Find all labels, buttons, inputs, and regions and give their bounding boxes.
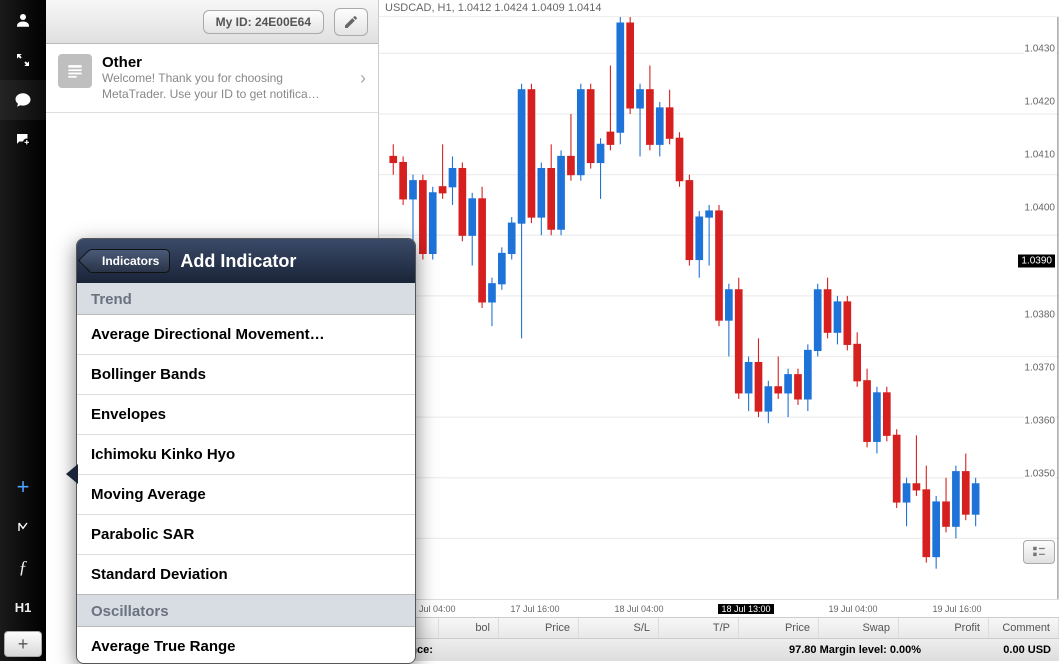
indicator-item[interactable]: Parabolic SAR (77, 515, 415, 555)
price-tick: 1.0410 (1024, 150, 1055, 161)
message-body: Welcome! Thank you for choosing MetaTrad… (102, 71, 350, 102)
order-col[interactable]: Price (739, 618, 819, 638)
order-col[interactable]: S/L (579, 618, 659, 638)
price-tick: 1.0370 (1024, 362, 1055, 373)
price-tick: 1.0390 (1018, 255, 1055, 268)
indicator-item[interactable]: Average Directional Movement… (77, 315, 415, 355)
message-icon (58, 54, 92, 88)
order-table-header: OrderbolPriceS/LT/PPriceSwapProfitCommen… (379, 617, 1059, 639)
time-tick: 18 Jul 04:00 (614, 604, 663, 614)
time-tick: 19 Jul 04:00 (828, 604, 877, 614)
price-tick: 1.0420 (1024, 97, 1055, 108)
price-tick: 1.0350 (1024, 468, 1055, 479)
object-tool-icon[interactable] (0, 507, 46, 547)
price-axis: 1.0430 1.0420 1.0410 1.0400 1.0390 1.0380 1.03… (1009, 17, 1059, 579)
order-col[interactable]: T/P (659, 618, 739, 638)
time-tick: 17 Jul 16:00 (510, 604, 559, 614)
indicator-item[interactable]: Moving Average (77, 475, 415, 515)
order-col[interactable]: Swap (819, 618, 899, 638)
popover-title: Add Indicator (180, 251, 296, 272)
chart-body[interactable]: 1.0430 1.0420 1.0410 1.0400 1.0390 1.0380 1.03… (379, 17, 1059, 599)
chart-header: USDCAD, H1, 1.0412 1.0424 1.0409 1.0414 (379, 0, 1059, 17)
popover-body[interactable]: Trend Average Directional Movement…Bolli… (77, 283, 415, 663)
add-indicator-popover: Indicators Add Indicator Trend Average D… (76, 238, 416, 664)
trend-list: Average Directional Movement…Bollinger B… (77, 314, 415, 595)
panel-header: My ID: 24E00E64 (46, 0, 378, 44)
popover-header: Indicators Add Indicator (77, 239, 415, 283)
balance-mid: 97.80 Margin level: 0.00% (789, 644, 921, 656)
chat-icon[interactable] (0, 80, 46, 120)
chart-settings-icon[interactable] (1023, 540, 1055, 564)
timeframe-label[interactable]: H1 (0, 587, 46, 627)
compose-button[interactable] (334, 8, 368, 36)
expand-icon[interactable] (0, 40, 46, 80)
time-tick: 18 Jul 13:00 (718, 604, 773, 614)
balance-right: 0.00 USD (1003, 644, 1051, 656)
section-osc-label: Oscillators (77, 595, 415, 626)
indicator-tool-icon[interactable]: ƒ (0, 547, 46, 587)
price-tick: 1.0380 (1024, 309, 1055, 320)
popover-arrow (66, 464, 78, 484)
sidebar: + ƒ H1 + (0, 0, 46, 661)
indicator-item[interactable]: Average True Range (77, 627, 415, 663)
section-trend-label: Trend (77, 283, 415, 314)
back-button[interactable]: Indicators (87, 249, 170, 273)
price-tick: 1.0430 (1024, 43, 1055, 54)
indicator-item[interactable]: Bollinger Bands (77, 355, 415, 395)
indicator-item[interactable]: Standard Deviation (77, 555, 415, 594)
add-chat-icon[interactable] (0, 120, 46, 160)
profile-icon[interactable] (0, 0, 46, 40)
add-chart-button[interactable]: + (4, 631, 42, 657)
time-tick: 19 Jul 16:00 (932, 604, 981, 614)
crosshair-tool-icon[interactable]: + (0, 467, 46, 507)
indicator-item[interactable]: Ichimoku Kinko Hyo (77, 435, 415, 475)
price-tick: 1.0360 (1024, 415, 1055, 426)
message-title: Other (102, 54, 350, 71)
price-tick: 1.0400 (1024, 203, 1055, 214)
indicator-item[interactable]: Envelopes (77, 395, 415, 435)
time-axis: 17 Jul 04:0017 Jul 16:0018 Jul 04:0018 J… (379, 599, 1059, 617)
chart-area: USDCAD, H1, 1.0412 1.0424 1.0409 1.0414 … (379, 0, 1059, 661)
my-id-pill[interactable]: My ID: 24E00E64 (203, 10, 324, 34)
order-col[interactable]: bol (439, 618, 499, 638)
balance-row: Balance: 97.80 Margin level: 0.00% 0.00 … (379, 639, 1059, 661)
order-col[interactable]: Profit (899, 618, 989, 638)
order-col[interactable]: Comment (989, 618, 1059, 638)
chevron-right-icon: › (360, 68, 366, 89)
order-col[interactable]: Price (499, 618, 579, 638)
osc-list: Average True Range (77, 626, 415, 663)
message-item[interactable]: Other Welcome! Thank you for choosing Me… (46, 44, 378, 113)
